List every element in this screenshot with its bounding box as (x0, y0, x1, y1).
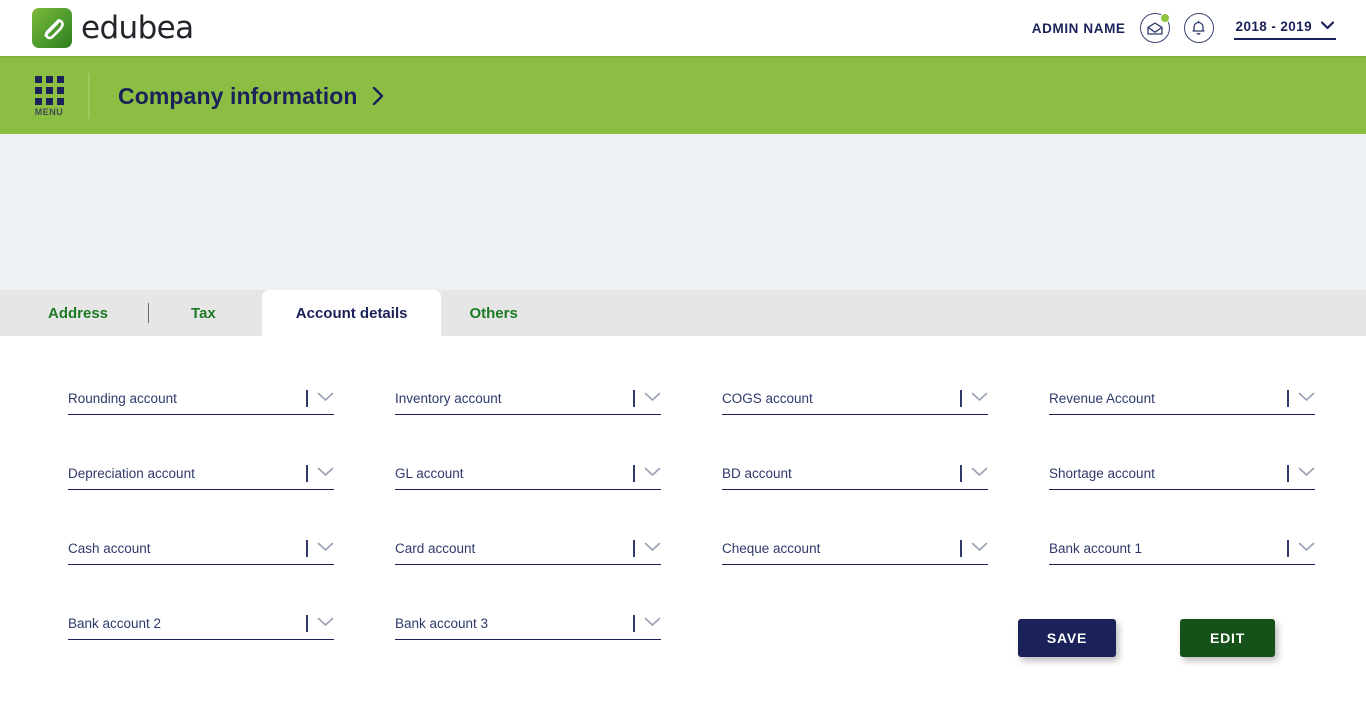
dropdown-underline (722, 414, 988, 415)
menu-button[interactable]: MENU (28, 75, 70, 117)
chevron-down-icon[interactable] (971, 389, 988, 407)
dropdown-label: Revenue Account (1049, 390, 1155, 406)
dropdown-inventory-account[interactable]: Inventory account (395, 389, 661, 415)
dropdown-underline (1049, 489, 1315, 490)
edubea-leaf-logo-icon (32, 8, 72, 48)
brand-logo[interactable]: edubea (32, 8, 194, 48)
dropdown-underline (68, 564, 334, 565)
tab-account-details[interactable]: Account details (261, 290, 442, 336)
dropdown-label: Cheque account (722, 540, 821, 556)
chevron-down-icon[interactable] (1298, 464, 1315, 482)
dropdown-label: COGS account (722, 390, 813, 406)
bell-icon[interactable] (1183, 13, 1214, 43)
tab-address[interactable]: Address (0, 290, 148, 336)
dropdown-label: Cash account (68, 540, 151, 556)
dropdown-label: GL account (395, 465, 464, 481)
menu-caption-label: MENU (34, 106, 64, 117)
academic-year-dropdown[interactable]: 2018 - 2019 (1233, 16, 1336, 40)
dropdown-separator (306, 389, 308, 407)
dropdown-label: BD account (722, 465, 792, 481)
chevron-down-icon[interactable] (317, 539, 334, 557)
dropdown-separator (1287, 464, 1289, 482)
dropdown-underline (395, 639, 661, 640)
dropdown-bank-account-1[interactable]: Bank account 1 (1049, 539, 1315, 565)
dropdown-rounding-account[interactable]: Rounding account (68, 389, 334, 415)
brand-wordmark: edubea (81, 10, 194, 46)
chevron-down-icon[interactable] (971, 464, 988, 482)
dropdown-label: Shortage account (1049, 465, 1155, 481)
academic-year-label: 2018 - 2019 (1235, 18, 1312, 34)
admin-name-label: ADMIN NAME (1031, 20, 1126, 36)
chevron-right-icon[interactable] (372, 86, 385, 106)
banner-divider (88, 73, 90, 119)
dropdown-depreciation-account[interactable]: Depreciation account (68, 464, 334, 490)
dropdown-separator (633, 389, 635, 407)
dropdown-separator (306, 464, 308, 482)
dropdown-label: Card account (395, 540, 476, 556)
chevron-down-icon[interactable] (317, 614, 334, 632)
dropdown-separator (1287, 539, 1289, 557)
save-button-account-details[interactable]: SAVE (1018, 619, 1116, 657)
dropdown-separator (633, 614, 635, 632)
dropdown-label: Bank account 3 (395, 615, 489, 631)
dropdown-underline (68, 414, 334, 415)
top-header: edubea ADMIN NAME 2018 - 2019 (0, 0, 1366, 56)
dropdown-bank-account-3[interactable]: Bank account 3 (395, 614, 661, 640)
dropdown-underline (1049, 564, 1315, 565)
dropdown-label: Depreciation account (68, 465, 195, 481)
dropdown-underline (395, 564, 661, 565)
dropdown-separator (633, 464, 635, 482)
page-title: Company information (118, 82, 358, 109)
dropdown-separator (633, 539, 635, 557)
dropdown-card-account[interactable]: Card account (395, 539, 661, 565)
envelope-icon[interactable] (1139, 13, 1170, 43)
chevron-down-icon[interactable] (1298, 539, 1315, 557)
dropdown-underline (395, 414, 661, 415)
dropdown-separator (960, 539, 962, 557)
dropdown-underline (68, 489, 334, 490)
account-details-panel: Rounding account Inventory account COGS … (0, 336, 1366, 696)
dropdown-separator (306, 614, 308, 632)
dropdown-label: Bank account 2 (68, 615, 162, 631)
dropdown-underline (722, 489, 988, 490)
edit-button-account-details[interactable]: EDIT (1180, 619, 1275, 657)
chevron-down-icon[interactable] (317, 389, 334, 407)
chevron-down-icon[interactable] (644, 464, 661, 482)
chevron-down-icon[interactable] (1298, 389, 1315, 407)
dropdown-revenue-account[interactable]: Revenue Account (1049, 389, 1315, 415)
tab-bar: Address Tax Account details Others (0, 290, 1366, 336)
chevron-down-icon[interactable] (317, 464, 334, 482)
dropdown-underline (1049, 414, 1315, 415)
dropdown-separator (960, 389, 962, 407)
dropdown-label: Rounding account (68, 390, 177, 406)
tab-tax[interactable]: Tax (149, 290, 262, 336)
company-information-form: Company Name Email Id Mobile Website Tel… (0, 134, 1366, 398)
chevron-down-icon[interactable] (644, 539, 661, 557)
page-banner: MENU Company information (0, 56, 1366, 134)
dropdown-separator (1287, 389, 1289, 407)
chevron-down-icon[interactable] (971, 539, 988, 557)
dropdown-cheque-account[interactable]: Cheque account (722, 539, 988, 565)
dropdown-separator (306, 539, 308, 557)
dropdown-bd-account[interactable]: BD account (722, 464, 988, 490)
chevron-down-icon (1320, 17, 1335, 35)
dropdown-separator (960, 464, 962, 482)
dropdown-label: Inventory account (395, 390, 502, 406)
notification-badge-dot (1159, 13, 1170, 23)
dropdown-cash-account[interactable]: Cash account (68, 539, 334, 565)
chevron-down-icon[interactable] (644, 389, 661, 407)
tab-others[interactable]: Others (441, 290, 545, 336)
dropdown-cogs-account[interactable]: COGS account (722, 389, 988, 415)
dropdown-label: Bank account 1 (1049, 540, 1143, 556)
dropdown-underline (68, 639, 334, 640)
dropdown-shortage-account[interactable]: Shortage account (1049, 464, 1315, 490)
dropdown-gl-account[interactable]: GL account (395, 464, 661, 490)
dropdown-underline (722, 564, 988, 565)
grid-menu-icon (34, 75, 64, 105)
dropdown-underline (395, 489, 661, 490)
chevron-down-icon[interactable] (644, 614, 661, 632)
header-actions: ADMIN NAME 2018 - 2019 (1032, 13, 1336, 43)
dropdown-bank-account-2[interactable]: Bank account 2 (68, 614, 334, 640)
